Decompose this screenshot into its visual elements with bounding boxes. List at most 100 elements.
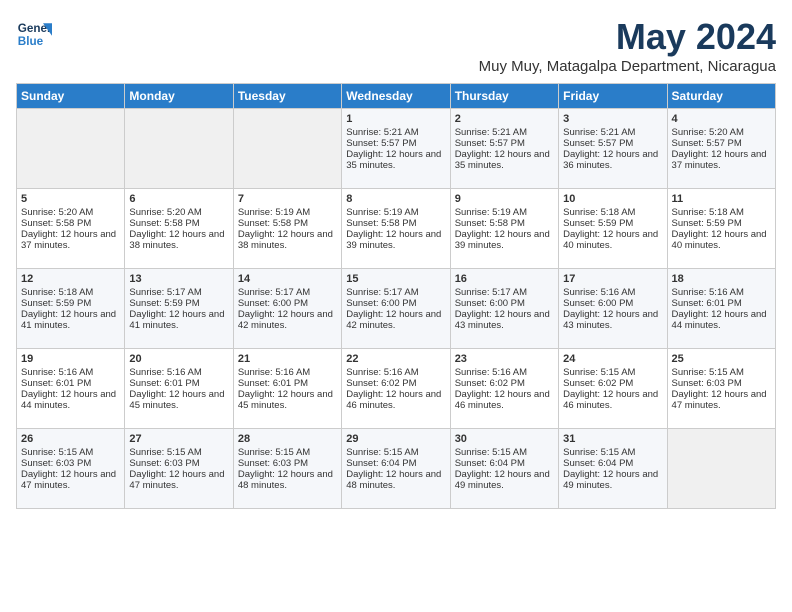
sunrise-text: Sunrise: 5:15 AM <box>129 447 228 458</box>
daylight-text: Daylight: 12 hours and 42 minutes. <box>238 309 337 331</box>
daylight-text: Daylight: 12 hours and 46 minutes. <box>346 389 445 411</box>
daylight-text: Daylight: 12 hours and 40 minutes. <box>672 229 771 251</box>
calendar-week-2: 5Sunrise: 5:20 AMSunset: 5:58 PMDaylight… <box>17 189 776 269</box>
day-number: 9 <box>455 193 554 205</box>
day-number: 29 <box>346 433 445 445</box>
day-number: 17 <box>563 273 662 285</box>
day-number: 28 <box>238 433 337 445</box>
daylight-text: Daylight: 12 hours and 44 minutes. <box>672 309 771 331</box>
sunrise-text: Sunrise: 5:21 AM <box>346 127 445 138</box>
daylight-text: Daylight: 12 hours and 36 minutes. <box>563 149 662 171</box>
sunset-text: Sunset: 5:59 PM <box>563 218 662 229</box>
sunrise-text: Sunrise: 5:17 AM <box>346 287 445 298</box>
logo-icon: General Blue <box>16 16 52 52</box>
sunset-text: Sunset: 6:03 PM <box>21 458 120 469</box>
sunset-text: Sunset: 6:02 PM <box>563 378 662 389</box>
day-number: 6 <box>129 193 228 205</box>
sunset-text: Sunset: 6:03 PM <box>238 458 337 469</box>
day-number: 19 <box>21 353 120 365</box>
calendar-cell: 16Sunrise: 5:17 AMSunset: 6:00 PMDayligh… <box>450 269 558 349</box>
sunrise-text: Sunrise: 5:15 AM <box>238 447 337 458</box>
sunset-text: Sunset: 5:58 PM <box>21 218 120 229</box>
sunrise-text: Sunrise: 5:20 AM <box>129 207 228 218</box>
day-number: 22 <box>346 353 445 365</box>
day-number: 18 <box>672 273 771 285</box>
calendar-cell: 7Sunrise: 5:19 AMSunset: 5:58 PMDaylight… <box>233 189 341 269</box>
sunset-text: Sunset: 5:58 PM <box>346 218 445 229</box>
calendar-cell: 24Sunrise: 5:15 AMSunset: 6:02 PMDayligh… <box>559 349 667 429</box>
calendar-cell: 15Sunrise: 5:17 AMSunset: 6:00 PMDayligh… <box>342 269 450 349</box>
day-number: 1 <box>346 113 445 125</box>
daylight-text: Daylight: 12 hours and 48 minutes. <box>238 469 337 491</box>
day-number: 25 <box>672 353 771 365</box>
calendar-table: SundayMondayTuesdayWednesdayThursdayFrid… <box>16 83 776 509</box>
day-number: 27 <box>129 433 228 445</box>
calendar-cell: 27 Sunrise: 5:15 AMSunset: 6:03 PMDayligh… <box>125 429 233 509</box>
day-number: 30 <box>455 433 554 445</box>
day-number: 3 <box>563 113 662 125</box>
daylight-text: Daylight: 12 hours and 41 minutes. <box>21 309 120 331</box>
sunset-text: Sunset: 6:01 PM <box>129 378 228 389</box>
sunset-text: Sunset: 6:00 PM <box>238 298 337 309</box>
daylight-text: Daylight: 12 hours and 46 minutes. <box>455 389 554 411</box>
sunrise-text: Sunrise: 5:16 AM <box>346 367 445 378</box>
sunset-text: Sunset: 6:03 PM <box>129 458 228 469</box>
sunset-text: Sunset: 6:01 PM <box>238 378 337 389</box>
day-number: 11 <box>672 193 771 205</box>
svg-text:Blue: Blue <box>18 35 44 48</box>
daylight-text: Daylight: 12 hours and 47 minutes. <box>129 469 228 491</box>
sunrise-text: Sunrise: 5:18 AM <box>672 207 771 218</box>
calendar-cell: 19Sunrise: 5:16 AMSunset: 6:01 PMDayligh… <box>17 349 125 429</box>
sunrise-text: Sunrise: 5:20 AM <box>672 127 771 138</box>
sunset-text: Sunset: 6:00 PM <box>563 298 662 309</box>
weekday-header-sunday: Sunday <box>17 84 125 109</box>
title-block: May 2024 Muy Muy, Matagalpa Department, … <box>479 16 776 75</box>
sunrise-text: Sunrise: 5:18 AM <box>21 287 120 298</box>
sunset-text: Sunset: 5:57 PM <box>455 138 554 149</box>
sunset-text: Sunset: 5:59 PM <box>21 298 120 309</box>
calendar-cell: 29Sunrise: 5:15 AMSunset: 6:04 PMDayligh… <box>342 429 450 509</box>
daylight-text: Daylight: 12 hours and 37 minutes. <box>672 149 771 171</box>
day-number: 15 <box>346 273 445 285</box>
sunrise-text: Sunrise: 5:15 AM <box>21 447 120 458</box>
daylight-text: Daylight: 12 hours and 41 minutes. <box>129 309 228 331</box>
daylight-text: Daylight: 12 hours and 35 minutes. <box>346 149 445 171</box>
sunrise-text: Sunrise: 5:16 AM <box>455 367 554 378</box>
calendar-week-4: 19Sunrise: 5:16 AMSunset: 6:01 PMDayligh… <box>17 349 776 429</box>
logo: General Blue <box>16 16 52 52</box>
weekday-header-thursday: Thursday <box>450 84 558 109</box>
daylight-text: Daylight: 12 hours and 47 minutes. <box>21 469 120 491</box>
sunrise-text: Sunrise: 5:16 AM <box>672 287 771 298</box>
daylight-text: Daylight: 12 hours and 39 minutes. <box>455 229 554 251</box>
weekday-header-wednesday: Wednesday <box>342 84 450 109</box>
calendar-cell: 25Sunrise: 5:15 AMSunset: 6:03 PMDayligh… <box>667 349 775 429</box>
sunrise-text: Sunrise: 5:16 AM <box>238 367 337 378</box>
calendar-week-3: 12Sunrise: 5:18 AMSunset: 5:59 PMDayligh… <box>17 269 776 349</box>
calendar-cell: 26Sunrise: 5:15 AMSunset: 6:03 PMDayligh… <box>17 429 125 509</box>
sunset-text: Sunset: 6:00 PM <box>455 298 554 309</box>
day-number: 8 <box>346 193 445 205</box>
sunset-text: Sunset: 6:04 PM <box>346 458 445 469</box>
calendar-cell: 9Sunrise: 5:19 AMSunset: 5:58 PMDaylight… <box>450 189 558 269</box>
day-number: 24 <box>563 353 662 365</box>
calendar-week-1: 1 Sunrise: 5:21 AM Sunset: 5:57 PM Daylight… <box>17 109 776 189</box>
weekday-header-row: SundayMondayTuesdayWednesdayThursdayFrid… <box>17 84 776 109</box>
daylight-text: Daylight: 12 hours and 43 minutes. <box>455 309 554 331</box>
calendar-cell: 2Sunrise: 5:21 AMSunset: 5:57 PMDaylight… <box>450 109 558 189</box>
calendar-cell: 13Sunrise: 5:17 AMSunset: 5:59 PMDayligh… <box>125 269 233 349</box>
calendar-cell: 14Sunrise: 5:17 AMSunset: 6:00 PMDayligh… <box>233 269 341 349</box>
day-number: 4 <box>672 113 771 125</box>
weekday-header-monday: Monday <box>125 84 233 109</box>
sunrise-text: Sunrise: 5:21 AM <box>563 127 662 138</box>
sunrise-text: Sunrise: 5:15 AM <box>455 447 554 458</box>
sunrise-text: Sunrise: 5:18 AM <box>563 207 662 218</box>
day-number: 14 <box>238 273 337 285</box>
calendar-cell: 17Sunrise: 5:16 AMSunset: 6:00 PMDayligh… <box>559 269 667 349</box>
calendar-cell: 3Sunrise: 5:21 AMSunset: 5:57 PMDaylight… <box>559 109 667 189</box>
day-number: 31 <box>563 433 662 445</box>
sunrise-text: Sunrise: 5:19 AM <box>346 207 445 218</box>
sunset-text: Sunset: 5:58 PM <box>238 218 337 229</box>
sunrise-text: Sunrise: 5:16 AM <box>563 287 662 298</box>
daylight-text: Daylight: 12 hours and 49 minutes. <box>455 469 554 491</box>
daylight-text: Daylight: 12 hours and 46 minutes. <box>563 389 662 411</box>
